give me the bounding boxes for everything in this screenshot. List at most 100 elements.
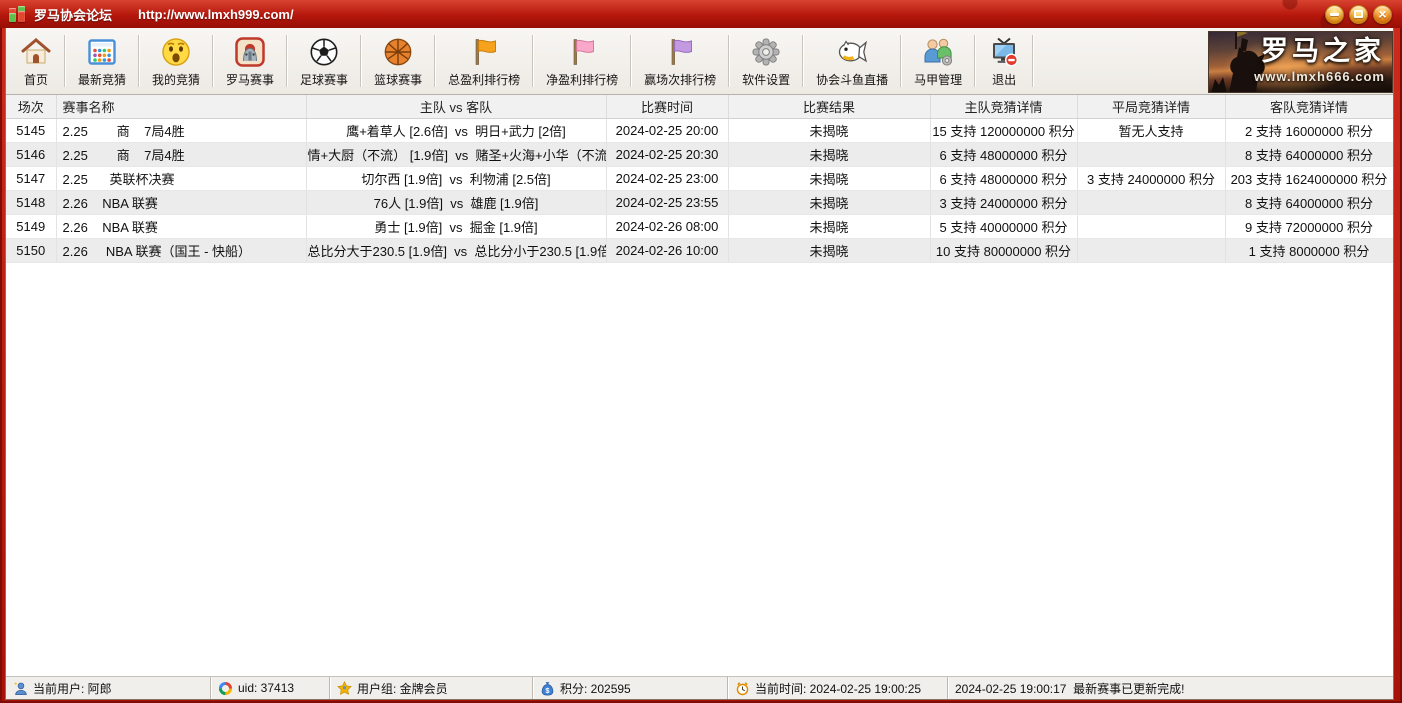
toolbar-separator (138, 35, 140, 87)
window-url: http://www.lmxh999.com/ (138, 7, 294, 22)
cell-away-bets: 9 支持 72000000 积分 (1225, 214, 1393, 238)
cell-away-bets: 8 支持 64000000 积分 (1225, 190, 1393, 214)
cell-session: 5149 (6, 214, 56, 238)
toolbar-button-wins-ranking[interactable]: 赢场次排行榜 (633, 30, 727, 92)
table-row[interactable]: 5145 2.25 商 7局4胜 鹰+着草人 [2.6倍] vs 明日+武力 [… (6, 118, 1393, 142)
toolbar-label: 首页 (24, 71, 48, 88)
table-row[interactable]: 5149 2.26 NBA 联赛 勇士 [1.9倍] vs 掘金 [1.9倍] … (6, 214, 1393, 238)
cell-away-bets: 203 支持 1624000000 积分 (1225, 166, 1393, 190)
app-logo-icon (9, 6, 26, 22)
table-row[interactable]: 5147 2.25 英联杯决赛 切尔西 [1.9倍] vs 利物浦 [2.5倍]… (6, 166, 1393, 190)
gear-icon (750, 36, 782, 68)
cell-home-bets: 6 支持 48000000 积分 (930, 142, 1077, 166)
banner-ad[interactable]: 罗马之家 www.lmxh666.com (1208, 31, 1393, 93)
toolbar-label: 最新竞猜 (78, 71, 126, 88)
cell-draw-bets (1077, 142, 1225, 166)
toolbar-button-football-events[interactable]: 足球赛事 (289, 30, 359, 92)
pink-flag-icon (566, 36, 598, 68)
status-user-group-text: 用户组: 金牌会员 (357, 680, 448, 697)
cell-match-result: 未揭晓 (728, 238, 930, 262)
close-button[interactable]: × (1373, 5, 1392, 24)
toolbar-button-latest-bets[interactable]: 最新竞猜 (67, 30, 137, 92)
toolbar-button-total-profit-ranking[interactable]: 总盈利排行榜 (437, 30, 531, 92)
toolbar-button-settings[interactable]: 软件设置 (731, 30, 801, 92)
toolbar-button-vest-management[interactable]: 马甲管理 (903, 30, 973, 92)
toolbar-button-basketball-events[interactable]: 篮球赛事 (363, 30, 433, 92)
column-header-away-bets: 客队竞猜详情 (1225, 95, 1393, 118)
cell-session: 5145 (6, 118, 56, 142)
toolbar-separator (286, 35, 288, 87)
toolbar-separator (360, 35, 362, 87)
events-table: 场次 赛事名称 主队 vs 客队 比赛时间 比赛结果 主队竞猜详情 平局竞猜详情… (6, 95, 1393, 263)
toolbar-separator (212, 35, 214, 87)
status-current-time: 当前时间: 2024-02-25 19:00:25 (728, 677, 948, 699)
table-row[interactable]: 5150 2.26 NBA 联赛（国王 - 快船） 总比分大于230.5 [1.… (6, 238, 1393, 262)
minimize-button[interactable] (1325, 5, 1344, 24)
toolbar-button-exit[interactable]: 退出 (977, 30, 1031, 92)
cell-match-result: 未揭晓 (728, 118, 930, 142)
uid-ring-icon (218, 681, 233, 696)
cell-home-bets: 10 支持 80000000 积分 (930, 238, 1077, 262)
toolbar-label: 罗马赛事 (226, 71, 274, 88)
home-icon (20, 36, 52, 68)
toolbar-label: 净盈利排行榜 (546, 71, 618, 88)
toolbar-separator (434, 35, 436, 87)
cell-matchup: 鹰+着草人 [2.6倍] vs 明日+武力 [2倍] (306, 118, 606, 142)
column-header-session: 场次 (6, 95, 56, 118)
status-bar: 当前用户: 阿郎 uid: 37413 用户组: 金牌会员 $ 积分: 2025… (6, 676, 1393, 699)
column-header-matchup: 主队 vs 客队 (306, 95, 606, 118)
status-current-time-text: 当前时间: 2024-02-25 19:00:25 (755, 680, 921, 697)
douyu-fish-icon (836, 36, 868, 68)
toolbar-button-net-profit-ranking[interactable]: 净盈利排行榜 (535, 30, 629, 92)
status-points: $ 积分: 202595 (533, 677, 728, 699)
calendar-icon (86, 36, 118, 68)
cell-draw-bets: 暂无人支持 (1077, 118, 1225, 142)
user-icon (13, 681, 28, 696)
users-icon (922, 36, 954, 68)
toolbar-label: 我的竞猜 (152, 71, 200, 88)
cell-matchup: 76人 [1.9倍] vs 雄鹿 [1.9倍] (306, 190, 606, 214)
table-row[interactable]: 5146 2.25 商 7局4胜 情+大厨（不流） [1.9倍] vs 赌圣+火… (6, 142, 1393, 166)
clock-icon (735, 681, 750, 696)
window-titlebar[interactable]: 罗马协会论坛 http://www.lmxh999.com/ × (0, 0, 1402, 28)
purple-flag-icon (664, 36, 696, 68)
table-header-row: 场次 赛事名称 主队 vs 客队 比赛时间 比赛结果 主队竞猜详情 平局竞猜详情… (6, 95, 1393, 118)
toolbar-label: 软件设置 (742, 71, 790, 88)
status-user-group: 用户组: 金牌会员 (330, 677, 533, 699)
banner-subtitle: www.lmxh666.com (1254, 69, 1385, 84)
cell-session: 5150 (6, 238, 56, 262)
maximize-icon (1354, 10, 1363, 18)
status-uid: uid: 37413 (211, 677, 330, 699)
cell-home-bets: 5 支持 40000000 积分 (930, 214, 1077, 238)
cell-match-result: 未揭晓 (728, 214, 930, 238)
maximize-button[interactable] (1349, 5, 1368, 24)
toolbar-label: 退出 (992, 71, 1016, 88)
orange-flag-icon (468, 36, 500, 68)
window-body: 首页 最新竞猜 我的竞猜 罗马赛事 足球赛事 (5, 28, 1394, 700)
cell-event-name: 2.25 商 7局4胜 (56, 142, 306, 166)
cell-event-name: 2.26 NBA 联赛 (56, 190, 306, 214)
cell-session: 5148 (6, 190, 56, 214)
table-row[interactable]: 5148 2.26 NBA 联赛 76人 [1.9倍] vs 雄鹿 [1.9倍]… (6, 190, 1393, 214)
toolbar-label: 马甲管理 (914, 71, 962, 88)
cell-event-name: 2.25 英联杯决赛 (56, 166, 306, 190)
table-empty-area (6, 263, 1393, 677)
toolbar-button-home[interactable]: 首页 (9, 30, 63, 92)
status-current-user: 当前用户: 阿郎 (6, 677, 211, 699)
cell-draw-bets (1077, 238, 1225, 262)
window-title: 罗马协会论坛 (34, 5, 112, 24)
toolbar-button-roma-events[interactable]: 罗马赛事 (215, 30, 285, 92)
exit-tv-icon (988, 36, 1020, 68)
status-update-message-text: 2024-02-25 19:00:17 最新赛事已更新完成! (955, 680, 1184, 697)
roma-app-icon (234, 36, 266, 68)
column-header-home-bets: 主队竞猜详情 (930, 95, 1077, 118)
toolbar-label: 赢场次排行榜 (644, 71, 716, 88)
cell-match-time: 2024-02-25 20:30 (606, 142, 728, 166)
toolbar-button-douyu-live[interactable]: 协会斗鱼直播 (805, 30, 899, 92)
toolbar-separator (802, 35, 804, 87)
toolbar-separator (974, 35, 976, 87)
toolbar-button-my-bets[interactable]: 我的竞猜 (141, 30, 211, 92)
cell-home-bets: 3 支持 24000000 积分 (930, 190, 1077, 214)
column-header-match-time: 比赛时间 (606, 95, 728, 118)
status-current-user-text: 当前用户: 阿郎 (33, 680, 112, 697)
